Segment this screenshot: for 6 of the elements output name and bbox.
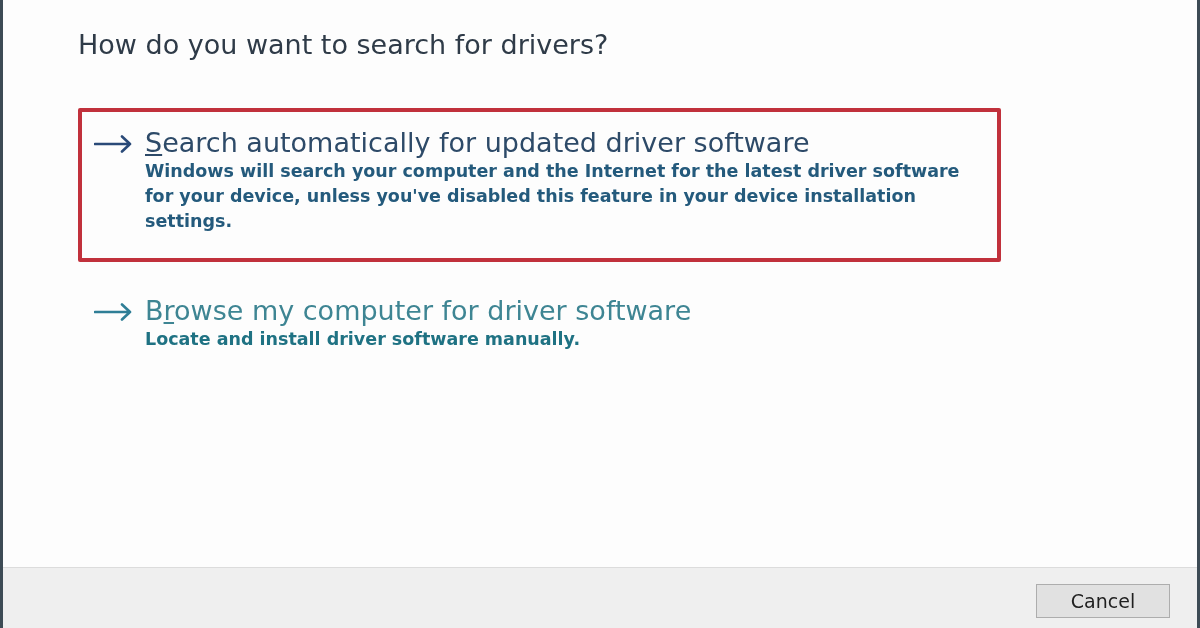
cancel-button[interactable]: Cancel: [1036, 584, 1170, 618]
command-link[interactable]: Search automatically for updated driver software Windows will search your computer and the Internet for the latest driver software for your device, unless you've disabled this feature in your device installation settings.: [82, 112, 997, 258]
dialog-heading: How do you want to search for drivers?: [78, 30, 610, 60]
arrow-icon: [94, 135, 132, 153]
command-link[interactable]: Browse my computer for driver software Locate and install driver software manually.: [82, 280, 997, 376]
arrow-icon: [94, 303, 132, 321]
